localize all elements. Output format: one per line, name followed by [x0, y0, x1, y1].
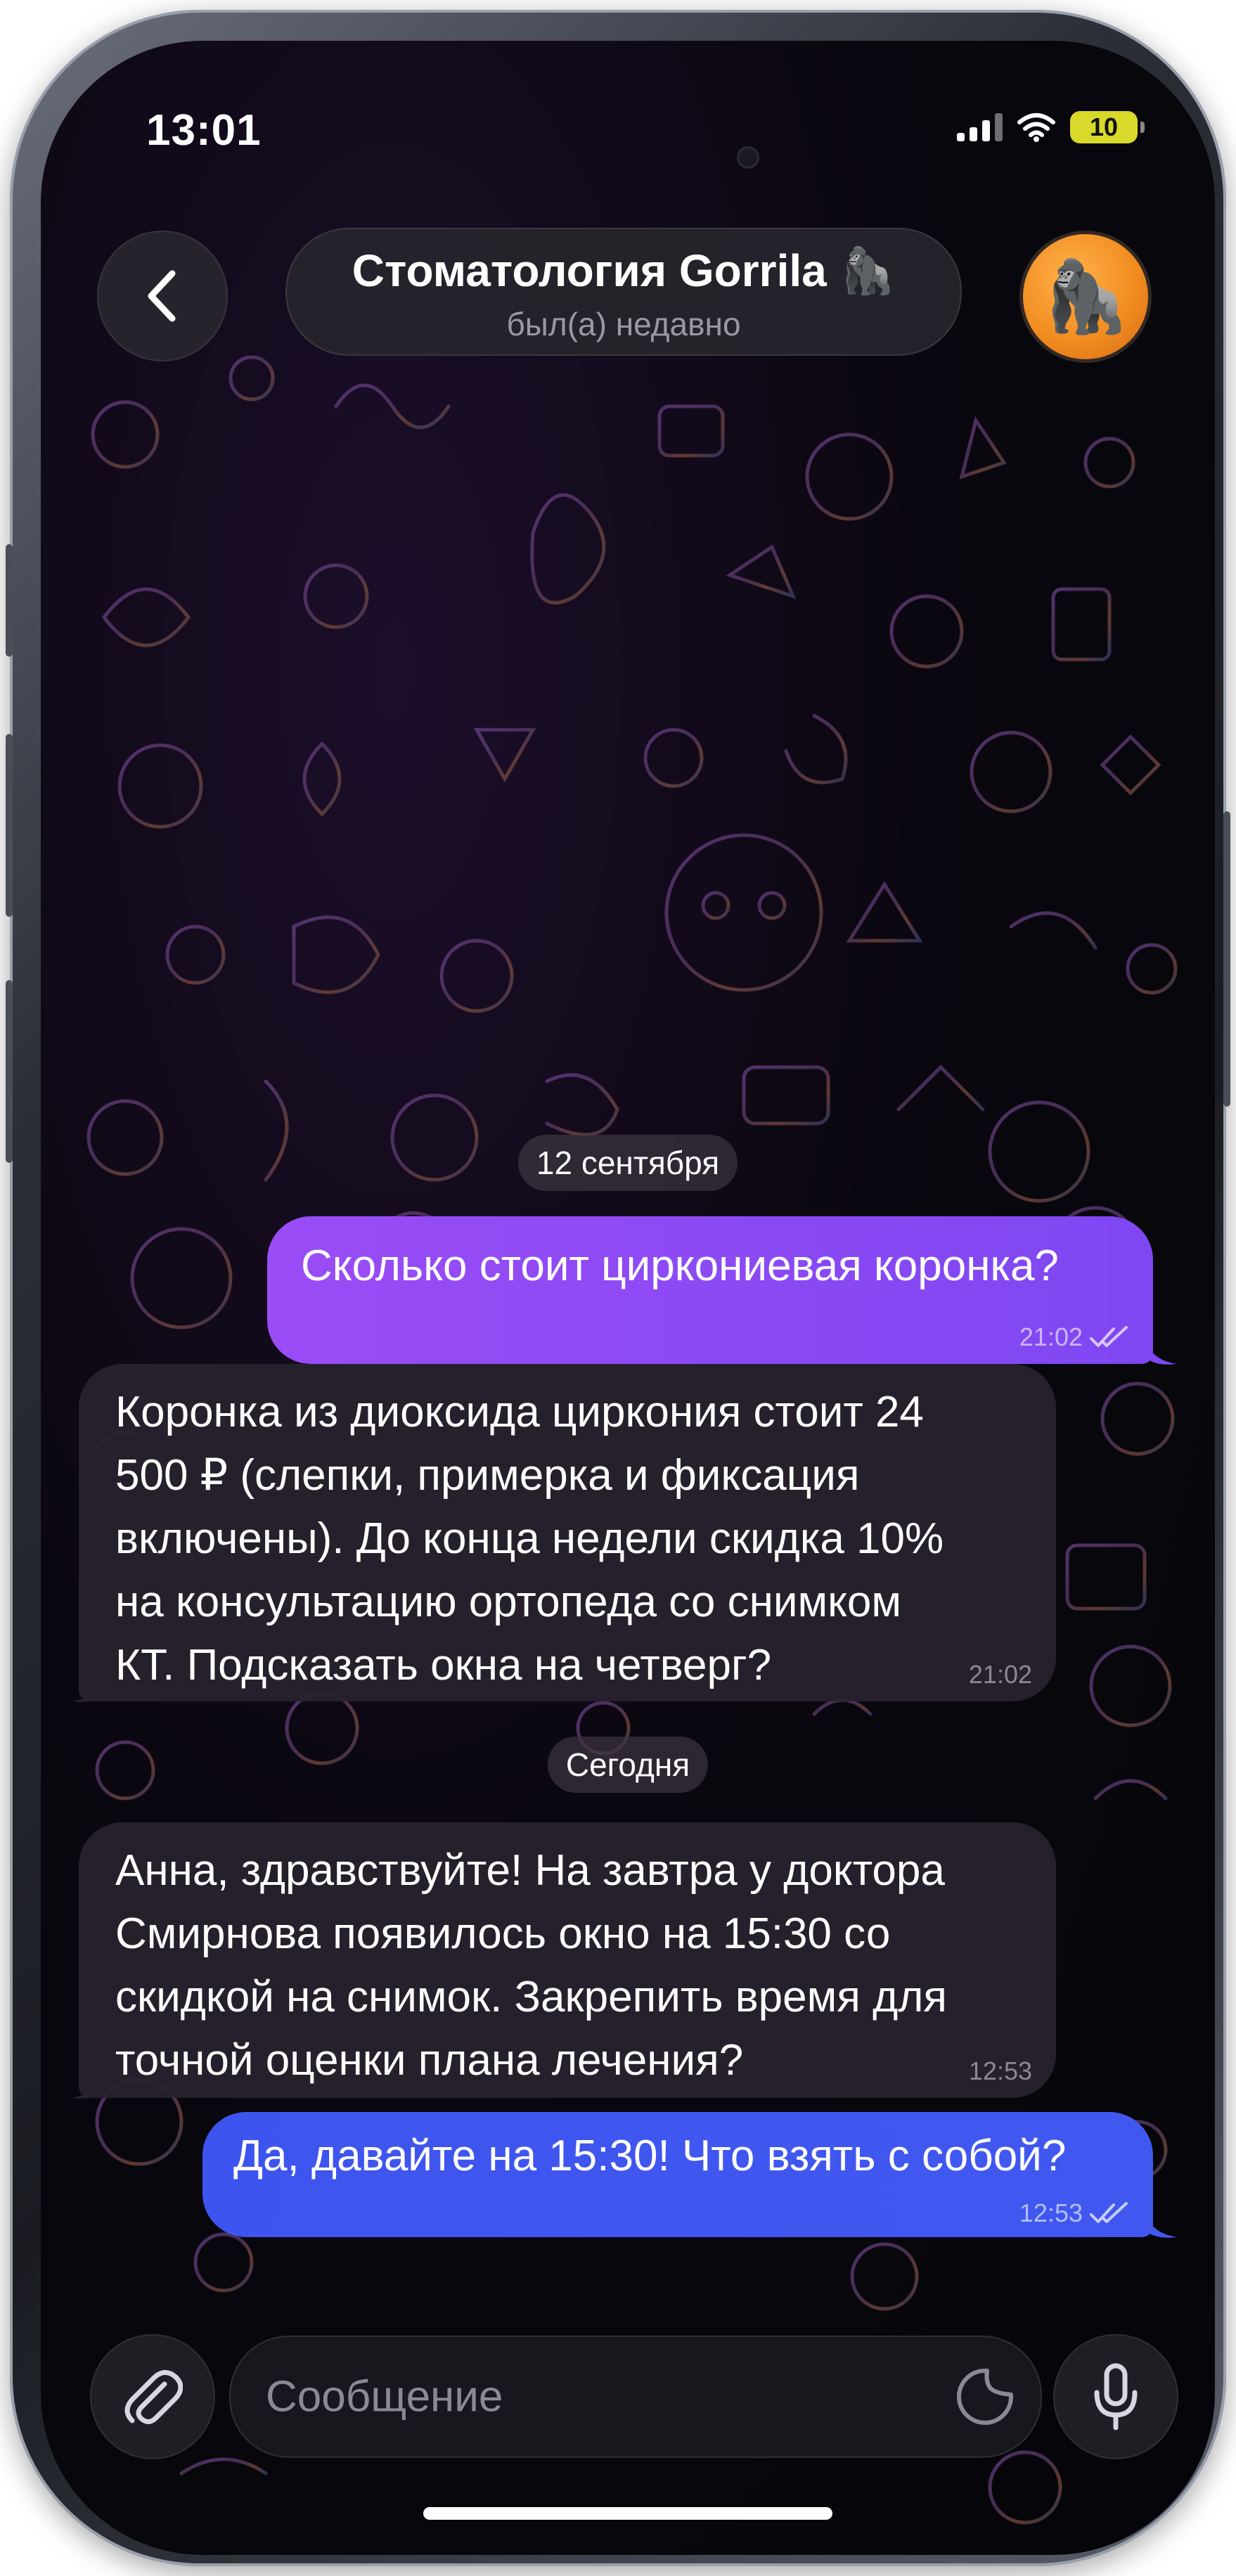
message-time: 21:02 [968, 1660, 1032, 1689]
outgoing-message[interactable]: Сколько стоит циркониевая коронка? 21:02 [267, 1216, 1153, 1364]
bubble-tail [1145, 2209, 1177, 2238]
avatar[interactable]: 🦍 [1019, 231, 1152, 363]
message-text: Анна, здравствуйте! На завтра у доктора … [115, 1839, 947, 2092]
date-separator: 12 сентября [517, 1135, 738, 1191]
bubble-tail [1145, 1336, 1177, 1365]
status-time: 13:01 [146, 106, 262, 155]
message-input-placeholder: Сообщение [266, 2372, 503, 2421]
message-line: Анна, здравствуйте! На завтра у доктора [115, 1846, 945, 1895]
bubble-tail [72, 1673, 104, 1702]
message-text: Коронка из диоксида циркония стоит 24 50… [115, 1381, 944, 1697]
message-line: КТ. Подсказать окна на четверг? [115, 1641, 772, 1689]
chat-title: Стоматология Gorrila 🦍 [352, 245, 896, 296]
power-button [1223, 811, 1230, 1107]
message-line: Коронка из диоксида циркония стоит 24 [115, 1388, 924, 1436]
microphone-icon [1094, 2363, 1138, 2430]
chevron-left-icon [148, 270, 176, 322]
action-button [6, 544, 13, 657]
double-check-icon [1090, 2202, 1128, 2223]
attach-button[interactable] [90, 2334, 215, 2459]
date-separator: Сегодня [547, 1737, 709, 1793]
volume-down-button [6, 980, 13, 1163]
bubble-tail [72, 2070, 104, 2099]
message-time: 21:02 [1019, 1322, 1083, 1351]
message-line: включены). До конца недели скидка 10% [115, 1514, 944, 1563]
incoming-message[interactable]: Анна, здравствуйте! На завтра у доктора … [79, 1822, 1056, 2098]
status-icons: 10 [957, 111, 1145, 143]
wifi-icon [1017, 113, 1055, 142]
double-check-icon [1090, 1326, 1128, 1347]
phone-screen: 13:01 10 Стоматология Gorrila 🦍 был(а) н… [41, 41, 1215, 2555]
sticker-icon[interactable] [955, 2366, 1015, 2427]
phone-frame: 13:01 10 Стоматология Gorrila 🦍 был(а) н… [6, 10, 1230, 2566]
paperclip-icon [124, 2370, 183, 2424]
message-time: 12:53 [1019, 2198, 1083, 2227]
microphone-button[interactable] [1053, 2334, 1178, 2459]
gorilla-icon: 🦍 [1041, 257, 1130, 336]
message-text: Да, давайте на 15:30! Что взять с собой? [233, 2132, 1067, 2180]
message-line: 500 ₽ (слепки, примерка и фиксация [115, 1451, 860, 1500]
front-camera [737, 146, 759, 169]
message-input[interactable]: Сообщение [229, 2336, 1042, 2458]
back-button[interactable] [97, 231, 228, 361]
chat-last-seen: был(а) недавно [506, 306, 741, 342]
incoming-message[interactable]: Коронка из диоксида циркония стоит 24 50… [79, 1364, 1056, 1701]
battery-icon: 10 [1070, 111, 1145, 143]
message-line: точной оценки плана лечения? [115, 2036, 744, 2085]
outgoing-message[interactable]: Да, давайте на 15:30! Что взять с собой?… [202, 2112, 1153, 2237]
message-time: 12:53 [968, 2056, 1032, 2085]
cellular-signal-icon [957, 113, 1003, 141]
home-indicator[interactable] [423, 2507, 832, 2520]
message-line: Смирнова появилось окно на 15:30 со [115, 1910, 891, 1958]
chat-header[interactable]: Стоматология Gorrila 🦍 был(а) недавно [285, 228, 962, 356]
message-text: Сколько стоит циркониевая коронка? [301, 1242, 1059, 1290]
battery-level: 10 [1089, 112, 1119, 141]
message-line: скидкой на снимок. Закрепить время для [115, 1973, 947, 2021]
message-line: на консультацию ортопеда со снимком [115, 1578, 901, 1626]
volume-up-button [6, 734, 13, 917]
